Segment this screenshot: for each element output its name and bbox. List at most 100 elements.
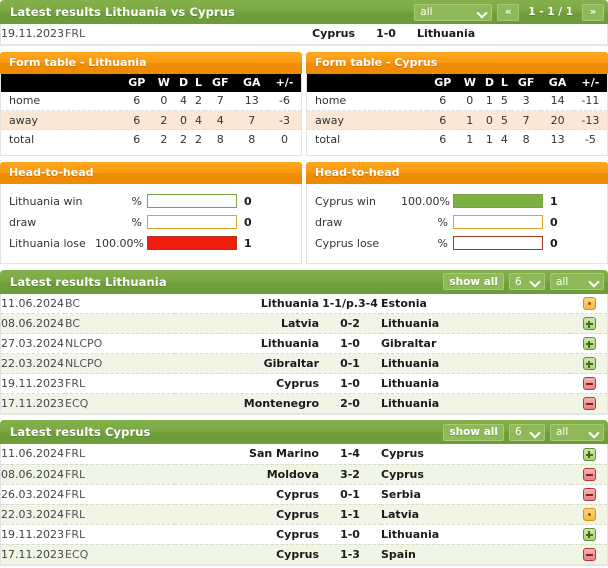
show-all-button-lithuania[interactable]: show all xyxy=(443,273,504,290)
table-row[interactable]: 08.06.2024 BC Latvia 0-2 Lithuania xyxy=(1,313,607,334)
competition-code: FRL xyxy=(65,24,175,45)
head-to-head-bar xyxy=(147,194,237,208)
h2h-filter-select[interactable]: all xyxy=(414,3,493,21)
table-row[interactable]: 08.06.2024 FRL Moldova 3-2 Cyprus xyxy=(1,464,607,485)
table-row[interactable]: 11.06.2024 FRL San Marino 1-4 Cyprus xyxy=(1,444,607,465)
comp-filter-select-cyprus[interactable]: all xyxy=(550,423,604,441)
table-row[interactable]: 22.03.2024 NLCPO Gibraltar 0-1 Lithuania xyxy=(1,353,607,374)
chevron-down-icon xyxy=(477,7,488,18)
table-row[interactable]: 17.11.2023 ECQ Montenegro 2-0 Lithuania xyxy=(1,393,607,414)
column-header: GA xyxy=(235,73,268,92)
match-date: 22.03.2024 xyxy=(1,504,65,525)
head-to-head-bar-fill xyxy=(454,195,542,207)
away-team: Lithuania xyxy=(381,524,571,545)
form-table-cyprus-title: Form table - Cyprus xyxy=(315,56,438,69)
result-status-cell xyxy=(571,544,607,565)
competition-code: FRL xyxy=(65,484,175,505)
result-status-cell xyxy=(571,393,607,414)
head-to-head-bar xyxy=(147,236,237,250)
wins: 1 xyxy=(466,132,474,146)
row-count-select-cyprus[interactable]: 6 xyxy=(509,423,545,441)
goals-against: 20 xyxy=(541,110,574,130)
goal-diff: -6 xyxy=(268,91,301,111)
form-table-header-row: GP W D L GF GA +/- xyxy=(307,73,607,92)
match-score: 1-1 xyxy=(319,504,381,525)
head-to-head-count: 0 xyxy=(550,215,558,229)
head-to-head-percent: % xyxy=(437,236,448,250)
wins: 0 xyxy=(152,91,176,111)
lose-icon xyxy=(582,467,596,481)
table-row[interactable]: 17.11.2023 ECQ Cyprus 1-3 Spain xyxy=(1,544,607,565)
match-score: 0-2 xyxy=(319,313,381,334)
next-page-button[interactable]: » xyxy=(582,3,604,21)
table-row[interactable]: 19.11.2023 FRL Cyprus 1-0 Lithuania xyxy=(1,373,607,394)
result-status-cell xyxy=(571,333,607,354)
goals-for: 7 xyxy=(204,91,236,111)
result-status-cell xyxy=(571,464,607,485)
match-date: 11.06.2024 xyxy=(1,293,65,314)
draw-icon xyxy=(582,297,596,310)
goals-against: 7 xyxy=(235,110,268,130)
column-header: L xyxy=(497,73,511,92)
table-row[interactable]: 19.11.2023 FRL Cyprus 1-0 Lithuania xyxy=(1,524,607,545)
competition-code: FRL xyxy=(65,464,175,485)
wins: 2 xyxy=(160,132,168,146)
match-date: 19.11.2023 xyxy=(1,24,65,45)
home-team: Cyprus xyxy=(175,24,355,45)
row-count-select-lithuania-value: 6 xyxy=(515,275,522,288)
win-icon xyxy=(582,447,596,461)
away-team: Spain xyxy=(381,544,571,565)
result-status-cell xyxy=(571,293,607,314)
column-header: D xyxy=(480,73,498,92)
head-to-head-lithuania-header: Head-to-head xyxy=(0,161,302,184)
form-table-cyprus-body: GP W D L GF GA +/- home 6 0 1 5 3 14 -11 away 6 1 0 5 7 20 -1… xyxy=(306,73,608,156)
head-to-head-cyprus-body: Cyprus win 100.00% 1 draw% 0 Cyprus lose% 0 xyxy=(306,183,608,264)
form-row-label: away xyxy=(1,110,121,130)
home-team: San Marino xyxy=(175,444,319,465)
head-to-head-row: Cyprus win 100.00% 1 xyxy=(315,191,599,212)
form-table-lithuania-body: GP W D L GF GA +/- home 6 0 4 2 7 13 -6 away 6 2 0 4 4 7 -3 to… xyxy=(0,73,302,156)
form-table-lithuania-rows: home 6 0 4 2 7 13 -6 away 6 2 0 4 4 7 -3 total 6 2 2 2 8 8 0 xyxy=(1,91,301,149)
show-all-button-cyprus[interactable]: show all xyxy=(443,423,504,441)
head-to-head-label: Cyprus win xyxy=(315,194,376,208)
draws: 1 xyxy=(485,132,493,146)
competition-code: BC xyxy=(65,313,175,334)
row-count-select-lithuania[interactable]: 6 xyxy=(509,273,545,290)
table-row[interactable]: 19.11.2023 FRL Cyprus 1-0 Lithuania xyxy=(1,24,607,45)
match-score: 1-0 xyxy=(319,524,381,545)
latest-results-cyprus-rows: 11.06.2024 FRL San Marino 1-4 Cyprus 08.06.20… xyxy=(1,444,607,565)
losses: 2 xyxy=(194,132,202,146)
h2h-filter-select-value: all xyxy=(420,6,433,18)
h2h-results-rows: 19.11.2023 FRL Cyprus 1-0 Lithuania xyxy=(1,24,607,45)
latest-results-cyprus-table: 11.06.2024 FRL San Marino 1-4 Cyprus 08.06.20… xyxy=(1,444,607,565)
match-date: 08.06.2024 xyxy=(1,313,65,334)
match-score: 1-0 xyxy=(319,333,381,354)
home-team: Cyprus xyxy=(175,484,319,505)
losses: 4 xyxy=(191,110,205,130)
column-header: W xyxy=(152,73,176,92)
table-row[interactable]: 26.03.2024 FRL Cyprus 0-1 Serbia xyxy=(1,484,607,505)
head-to-head-label: draw xyxy=(315,215,343,229)
form-row-label: away xyxy=(307,110,427,130)
head-to-head-lithuania-body: Lithuania win% 0 draw% 0 Lithuania lose 100.0… xyxy=(0,183,302,264)
form-table-cyprus-grid: GP W D L GF GA +/- home 6 0 1 5 3 14 -11 away 6 1 0 5 7 20 -1… xyxy=(307,73,607,149)
table-row[interactable]: 22.03.2024 FRL Cyprus 1-1 Latvia xyxy=(1,504,607,525)
match-date: 17.11.2023 xyxy=(1,393,65,414)
goals-against: 13 xyxy=(235,91,268,111)
latest-results-lithuania-header: Latest results Lithuania show all 6 all xyxy=(0,269,608,294)
home-team: Latvia xyxy=(175,313,319,334)
result-status-cell xyxy=(571,484,607,505)
comp-filter-select-lithuania[interactable]: all xyxy=(550,273,604,290)
column-header: GP xyxy=(427,73,459,92)
table-row[interactable]: 27.03.2024 NLCPO Lithuania 1-0 Gibraltar xyxy=(1,333,607,354)
comp-filter-select-cyprus-value: all xyxy=(556,426,569,438)
competition-code: FRL xyxy=(65,373,175,394)
latest-results-lithuania-table: 11.06.2024 BC Lithuania 1-1/p.3-4 Estonia 08.… xyxy=(1,293,607,414)
competition-code: ECQ xyxy=(65,393,175,414)
goals-for: 8 xyxy=(216,132,224,146)
column-header: GF xyxy=(204,73,236,92)
prev-page-button[interactable]: « xyxy=(497,3,520,21)
away-team: Gibraltar xyxy=(381,333,571,354)
table-row[interactable]: 11.06.2024 BC Lithuania 1-1/p.3-4 Estonia xyxy=(1,293,607,314)
h2h-results-header: Latest results Lithuania vs Cyprus all «… xyxy=(0,0,608,24)
